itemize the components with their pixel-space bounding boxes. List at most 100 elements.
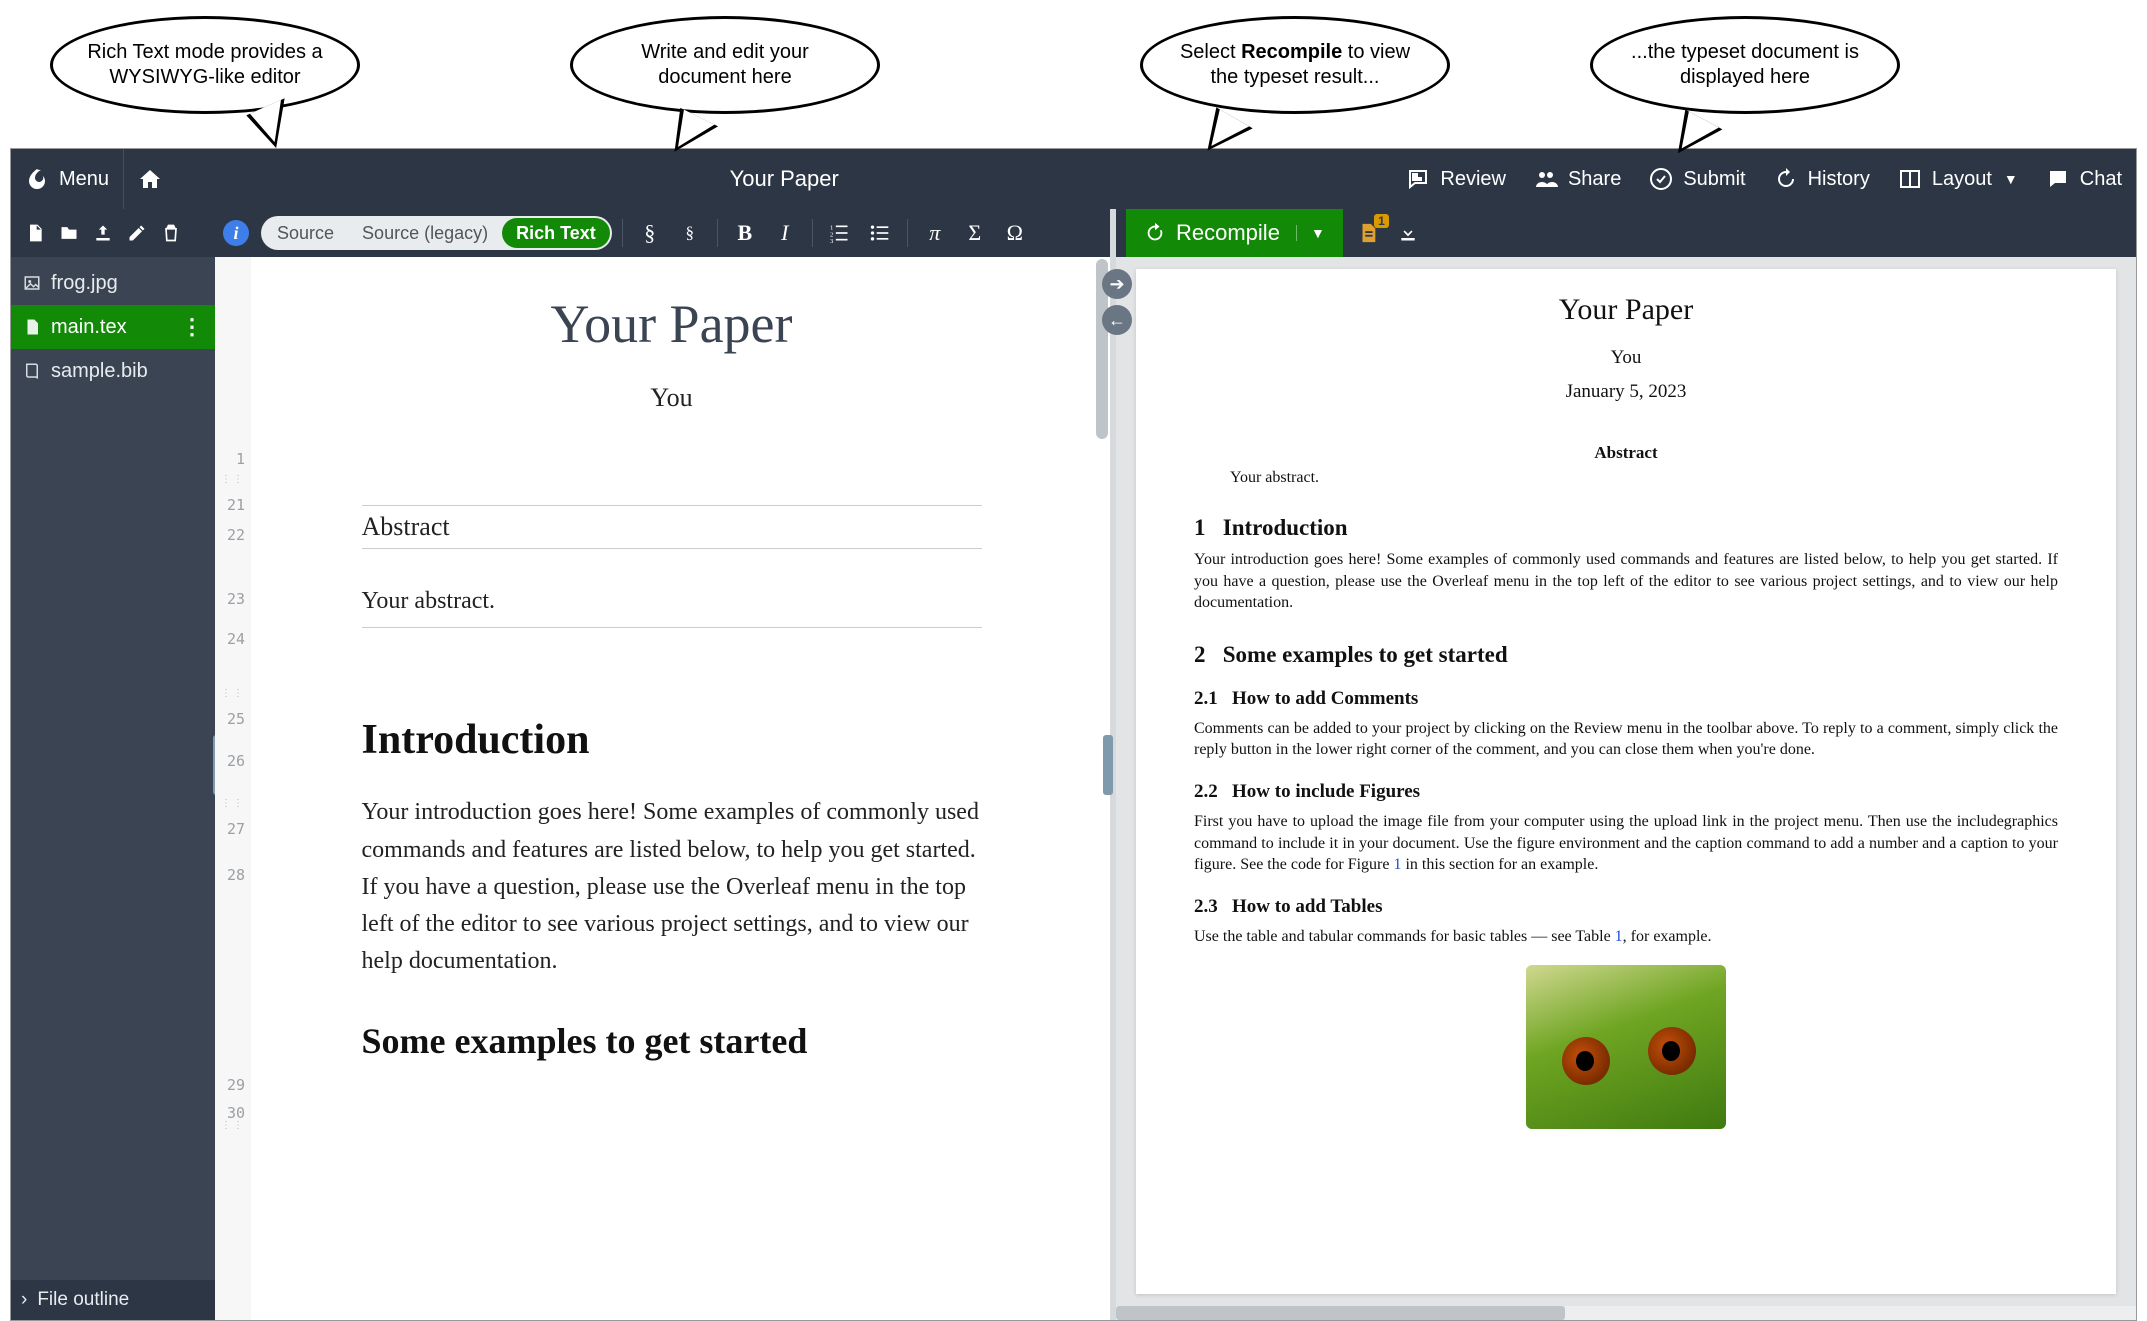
- svg-text:3: 3: [830, 238, 834, 243]
- chevron-right-icon: ›: [21, 1289, 27, 1311]
- file-item-frog[interactable]: frog.jpg: [11, 261, 215, 305]
- chevron-down-icon[interactable]: ▼: [1296, 225, 1325, 241]
- pdf-horizontal-scrollbar[interactable]: [1116, 1306, 2136, 1320]
- editor-column: ➔ ← i Source Source (legacy) Rich Text §…: [215, 209, 1116, 1320]
- new-folder-icon[interactable]: [59, 223, 79, 243]
- omega-icon[interactable]: Ω: [998, 216, 1032, 250]
- numbered-list-icon[interactable]: 123: [823, 216, 857, 250]
- menu-button[interactable]: Menu: [11, 149, 124, 209]
- file-item-sample-bib[interactable]: sample.bib: [11, 349, 215, 393]
- callout-text: Write and edit your document here: [603, 40, 847, 90]
- section-icon[interactable]: §: [633, 216, 667, 250]
- file-item-menu-icon[interactable]: ⋮: [181, 314, 203, 340]
- file-outline-toggle[interactable]: › File outline: [11, 1280, 215, 1320]
- main-area: frog.jpg main.tex ⋮ sample.bib › File ou…: [11, 209, 2136, 1320]
- project-title[interactable]: Your Paper: [176, 166, 1392, 192]
- review-button[interactable]: Review: [1392, 149, 1520, 209]
- callout-richtext: Rich Text mode provides a WYSIWYG-like e…: [50, 16, 360, 114]
- bold-icon[interactable]: B: [728, 216, 762, 250]
- pdf-abstract-label: Abstract: [1194, 443, 2058, 463]
- callout-text: ...the typeset document is displayed her…: [1623, 40, 1867, 90]
- pdf-title: Your Paper: [1194, 293, 2058, 327]
- rename-icon[interactable]: [127, 223, 147, 243]
- logs-count-badge: 1: [1374, 214, 1389, 228]
- file-item-main[interactable]: main.tex ⋮: [11, 305, 215, 349]
- callout-text: Rich Text mode provides a WYSIWYG-like e…: [83, 40, 327, 90]
- share-button[interactable]: Share: [1520, 149, 1635, 209]
- home-icon: [138, 167, 162, 191]
- file-item-label: main.tex: [51, 316, 127, 339]
- download-pdf-button[interactable]: [1393, 218, 1423, 248]
- new-file-icon[interactable]: [25, 223, 45, 243]
- doc-abstract-text[interactable]: Your abstract.: [362, 585, 982, 628]
- callout-typeset-here: ...the typeset document is displayed her…: [1590, 16, 1900, 114]
- editor-toolbar: i Source Source (legacy) Rich Text § § B…: [215, 209, 1110, 257]
- bullet-list-icon[interactable]: [863, 216, 897, 250]
- pdf-date: January 5, 2023: [1194, 381, 2058, 403]
- mode-source-legacy[interactable]: Source (legacy): [348, 218, 502, 248]
- doc-title[interactable]: Your Paper: [362, 293, 982, 355]
- pi-icon[interactable]: π: [918, 216, 952, 250]
- doc-heading-introduction[interactable]: Introduction: [362, 716, 982, 764]
- doc-heading-examples[interactable]: Some examples to get started: [362, 1020, 982, 1062]
- menu-label: Menu: [59, 168, 109, 191]
- history-icon: [1774, 167, 1798, 191]
- submit-label: Submit: [1683, 168, 1745, 191]
- upload-icon[interactable]: [93, 223, 113, 243]
- pdf-table-ref[interactable]: 1: [1615, 928, 1623, 945]
- chat-button[interactable]: Chat: [2032, 149, 2136, 209]
- resize-handle-right[interactable]: [1103, 735, 1113, 795]
- subsection-icon[interactable]: §: [673, 216, 707, 250]
- editor-mode-switch: Source Source (legacy) Rich Text: [261, 216, 612, 250]
- editor-body[interactable]: 1 ⋮⋮ 21 22 23 24 ⋮⋮ 25 26 ⋮⋮ 27 28 29 30…: [215, 257, 1110, 1320]
- file-toolbar: [11, 209, 215, 257]
- history-button[interactable]: History: [1760, 149, 1884, 209]
- layout-label: Layout: [1932, 168, 1992, 191]
- pdf-section-2-1-body: Comments can be added to your project by…: [1194, 718, 2058, 761]
- pdf-section-2: 2 Some examples to get started: [1194, 642, 2058, 668]
- pdf-section-2-3-body: Use the table and tabular commands for b…: [1194, 926, 2058, 948]
- mode-rich-text[interactable]: Rich Text: [502, 218, 610, 248]
- pdf-section-2-2: 2.2 How to include Figures: [1194, 781, 2058, 803]
- callout-recompile: Select Recompile to view the typeset res…: [1140, 16, 1450, 114]
- pdf-toolbar: Recompile ▼ 1: [1116, 209, 2136, 257]
- file-panel: frog.jpg main.tex ⋮ sample.bib › File ou…: [11, 209, 215, 1320]
- share-icon: [1534, 167, 1558, 191]
- review-icon: [1406, 167, 1430, 191]
- pdf-viewer[interactable]: Your Paper You January 5, 2023 Abstract …: [1116, 257, 2136, 1306]
- book-icon: [23, 362, 41, 380]
- delete-icon[interactable]: [161, 223, 181, 243]
- home-button[interactable]: [124, 149, 176, 209]
- italic-icon[interactable]: I: [768, 216, 802, 250]
- line-gutter: 1 ⋮⋮ 21 22 23 24 ⋮⋮ 25 26 ⋮⋮ 27 28 29 30…: [215, 257, 251, 1320]
- pdf-figure-frog: [1526, 965, 1726, 1129]
- image-icon: [23, 274, 41, 292]
- share-label: Share: [1568, 168, 1621, 191]
- recompile-button[interactable]: Recompile ▼: [1126, 209, 1343, 257]
- pdf-section-2-3: 2.3 How to add Tables: [1194, 896, 2058, 918]
- pdf-section-1: 1 Introduction: [1194, 515, 2058, 541]
- layout-button[interactable]: Layout ▼: [1884, 149, 2032, 209]
- doc-abstract-label[interactable]: Abstract: [362, 505, 982, 549]
- recompile-label: Recompile: [1176, 220, 1280, 246]
- history-label: History: [1808, 168, 1870, 191]
- pdf-column: Recompile ▼ 1 Your Paper You January 5, …: [1116, 209, 2136, 1320]
- info-button[interactable]: i: [223, 220, 249, 246]
- submit-icon: [1649, 167, 1673, 191]
- pdf-section-2-1: 2.1 How to add Comments: [1194, 688, 2058, 710]
- chat-icon: [2046, 167, 2070, 191]
- doc-intro-paragraph[interactable]: Your introduction goes here! Some exampl…: [362, 794, 982, 980]
- mode-source[interactable]: Source: [263, 218, 348, 248]
- collapse-right-button[interactable]: ➔: [1102, 269, 1132, 299]
- file-icon: [23, 318, 41, 336]
- logs-button[interactable]: 1: [1353, 218, 1383, 248]
- file-item-label: sample.bib: [51, 360, 148, 383]
- pdf-section-1-body: Your introduction goes here! Some exampl…: [1194, 549, 2058, 614]
- menubar: Menu Your Paper Review Share Submit Hist…: [11, 149, 2136, 209]
- collapse-left-button[interactable]: ←: [1102, 305, 1132, 335]
- download-icon: [1398, 223, 1418, 243]
- review-label: Review: [1440, 168, 1506, 191]
- rich-text-document[interactable]: Your Paper You Abstract Your abstract. I…: [251, 257, 1110, 1320]
- sigma-icon[interactable]: Σ: [958, 216, 992, 250]
- doc-author[interactable]: You: [362, 383, 982, 413]
